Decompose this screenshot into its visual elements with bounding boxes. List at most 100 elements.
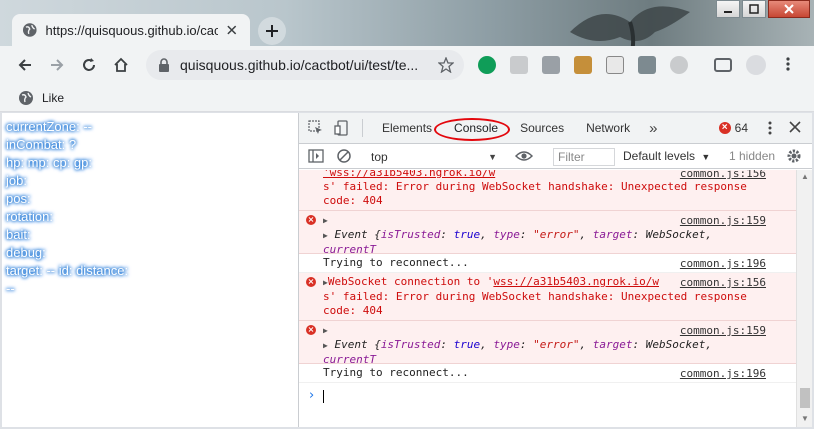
arrow-left-icon: [18, 59, 31, 71]
websocket-url-link[interactable]: wss://a31b5403.ngrok.io/w: [493, 275, 659, 288]
console-log-message: Trying to reconnect... common.js:196: [299, 254, 796, 273]
devtools-menu-icon[interactable]: [768, 120, 772, 136]
event-value: "error": [533, 338, 580, 351]
menu-kebab-icon[interactable]: [786, 56, 790, 74]
bookmark-like[interactable]: Like: [42, 91, 64, 105]
console-input[interactable]: [323, 390, 324, 403]
event-value: "error": [533, 228, 580, 241]
window-controls: [714, 0, 810, 18]
divider: [362, 119, 363, 137]
error-counter[interactable]: × 64: [718, 121, 748, 135]
maximize-button[interactable]: [742, 0, 766, 18]
tab-elements[interactable]: Elements: [371, 113, 443, 144]
console-scrollbar[interactable]: ▲ ▼: [796, 170, 812, 427]
tab-sources[interactable]: Sources: [509, 113, 575, 144]
target-line: target: -- id: distance:: [6, 263, 129, 278]
event-object: Event {isTrusted: true, type: "error", t…: [323, 228, 719, 256]
source-link[interactable]: common.js:196: [680, 367, 766, 380]
close-tab-icon[interactable]: [224, 22, 240, 38]
console-prompt-icon: ›: [309, 388, 315, 403]
console-error-message: × ▶WebSocket connection to 'wss://a31b54…: [299, 273, 796, 321]
plus-icon: [266, 25, 278, 37]
profile-avatar[interactable]: [746, 55, 766, 75]
separator-line: --: [6, 281, 15, 296]
console-output: 'wss://a31b5403.ngrok.io/w s' failed: Er…: [299, 170, 796, 427]
cast-icon[interactable]: [714, 58, 732, 72]
event-value: WebSocket: [645, 228, 706, 241]
more-tabs-button[interactable]: »: [641, 120, 665, 137]
stats-line: hp: mp: cp: gp:: [6, 155, 92, 170]
event-key: type: [493, 228, 520, 241]
event-label: Event {: [334, 338, 381, 351]
extension-books-icon[interactable]: [574, 56, 592, 74]
log-levels-dropdown[interactable]: Default levels ▼: [623, 149, 710, 163]
minimize-button[interactable]: [716, 0, 740, 18]
new-tab-button[interactable]: [258, 17, 286, 45]
websocket-url-link[interactable]: 'wss://a31b5403.ngrok.io/w: [323, 170, 495, 179]
message-line: s' failed: Error during WebSocket handsh…: [323, 290, 747, 303]
event-value: WebSocket: [645, 338, 706, 351]
extension-puzzle-icon[interactable]: [638, 56, 656, 74]
dropdown-caret-icon: ▼: [701, 152, 711, 162]
event-key: target: [592, 228, 633, 241]
highlight-ring: [434, 117, 511, 141]
extension-green-icon[interactable]: [478, 56, 496, 74]
event-key: isTrusted: [380, 338, 441, 351]
globe-icon: [19, 90, 33, 105]
extension-calendar-icon[interactable]: [510, 56, 528, 74]
extension-compass-icon[interactable]: [670, 56, 688, 74]
devtools-tab-bar: Elements Console Sources Network » × 64: [299, 113, 812, 144]
inspect-element-icon[interactable]: [308, 120, 324, 136]
tab-title: https://quisquous.github.io/cactb: [45, 22, 219, 38]
filter-input[interactable]: Filter: [553, 148, 615, 166]
close-icon: [784, 4, 794, 14]
scroll-up-icon[interactable]: ▲: [801, 172, 809, 181]
sidebar-toggle-icon[interactable]: [308, 148, 324, 164]
extension-plus-icon[interactable]: [606, 56, 624, 74]
error-count: 64: [734, 121, 748, 135]
console-toolbar: top ▼ Filter Default levels ▼ 1 hidden: [299, 144, 812, 169]
gear-icon[interactable]: [786, 148, 802, 164]
message-line: code: 404: [323, 304, 383, 317]
close-devtools-icon[interactable]: [788, 120, 802, 134]
source-link[interactable]: common.js:156: [680, 170, 766, 180]
browser-toolbar: quisquous.github.io/cactbot/ui/test/te..…: [0, 46, 814, 84]
clear-console-icon[interactable]: [336, 148, 352, 164]
bookmark-star-icon[interactable]: [438, 57, 454, 73]
home-button[interactable]: [106, 50, 136, 80]
source-link[interactable]: common.js:159: [680, 214, 766, 227]
event-value: true: [453, 228, 481, 241]
error-icon: ×: [718, 122, 731, 134]
current-zone-line: currentZone: --: [6, 119, 92, 134]
browser-tab[interactable]: https://quisquous.github.io/cactb: [12, 14, 250, 46]
reload-icon: [83, 58, 95, 71]
tab-console[interactable]: Console: [434, 113, 511, 144]
source-link[interactable]: common.js:156: [680, 276, 766, 289]
forward-button[interactable]: [42, 50, 72, 80]
expand-triangle-icon[interactable]: ▶: [323, 216, 328, 225]
arrow-right-icon: [51, 59, 64, 71]
log-levels-label: Default levels: [623, 149, 696, 163]
console-log-message: Trying to reconnect... common.js:196: [299, 364, 796, 383]
source-link[interactable]: common.js:159: [680, 324, 766, 337]
eye-icon[interactable]: [515, 149, 533, 163]
debug-line: debug:: [6, 245, 46, 260]
reload-button[interactable]: [74, 50, 104, 80]
context-selector[interactable]: top ▼: [367, 147, 501, 166]
event-label: Event {: [334, 228, 381, 241]
tab-network[interactable]: Network: [575, 113, 641, 144]
source-link[interactable]: common.js:196: [680, 257, 766, 270]
console-error-message: × ▶ ▶ Event {isTrusted: true, type: "err…: [299, 211, 796, 270]
scroll-down-icon[interactable]: ▼: [801, 414, 809, 423]
address-bar[interactable]: quisquous.github.io/cactbot/ui/test/te..…: [146, 50, 464, 80]
url-text: quisquous.github.io/cactbot/ui/test/te..…: [180, 57, 419, 73]
expand-triangle-icon[interactable]: ▶: [323, 326, 328, 335]
extension-os-icon[interactable]: [542, 56, 560, 74]
devtools-panel: Elements Console Sources Network » × 64 …: [298, 113, 812, 427]
back-button[interactable]: [10, 50, 40, 80]
close-window-button[interactable]: [768, 0, 810, 18]
device-toolbar-icon[interactable]: [334, 120, 350, 136]
expand-triangle-icon[interactable]: ▶: [323, 341, 328, 350]
scrollbar-thumb[interactable]: [800, 388, 810, 408]
expand-triangle-icon[interactable]: ▶: [323, 231, 328, 240]
